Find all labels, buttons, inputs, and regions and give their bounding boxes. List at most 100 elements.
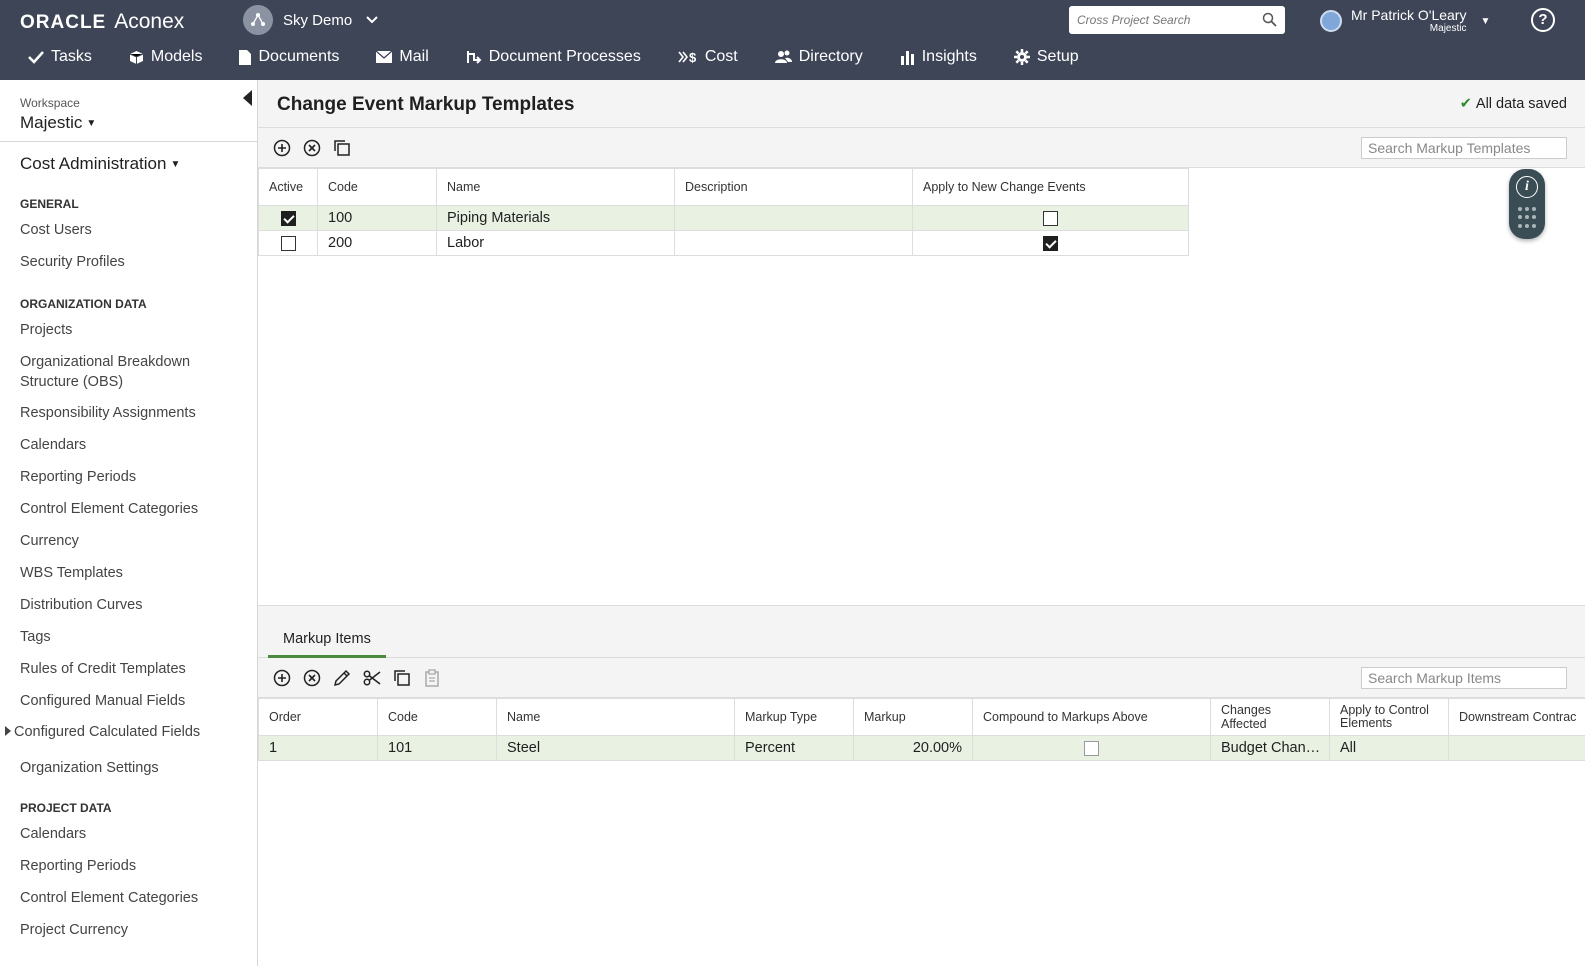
sidebar-item-wbs-templates[interactable]: WBS Templates [20, 563, 123, 583]
cross-project-search-input[interactable]: Cross Project Search [1069, 6, 1285, 34]
bar-chart-icon [900, 50, 915, 65]
sidebar-item-organization-settings[interactable]: Organization Settings [20, 758, 159, 778]
downstream-cell[interactable] [1448, 735, 1585, 761]
sidebar-item-project-reporting-periods[interactable]: Reporting Periods [20, 856, 136, 876]
nav-directory[interactable]: Directory [774, 48, 863, 66]
compound-cell [972, 735, 1211, 761]
sidebar-item-distribution-curves[interactable]: Distribution Curves [20, 595, 143, 615]
user-menu[interactable]: Mr Patrick O'Leary Majestic ▼ [1320, 4, 1490, 38]
brand-product: Aconex [114, 10, 185, 33]
sidebar-item-responsibility-assignments[interactable]: Responsibility Assignments [20, 403, 196, 423]
sidebar-item-project-currency[interactable]: Project Currency [20, 920, 128, 940]
sidebar-item-project-control-element-categories[interactable]: Control Element Categories [20, 888, 198, 908]
description-cell[interactable] [674, 230, 913, 256]
column-header-name[interactable]: Name [496, 698, 735, 736]
tab-strip: Markup Items [258, 607, 1585, 658]
templates-table: Active Code Name Description Apply to Ne… [258, 168, 1189, 256]
remove-icon[interactable] [302, 138, 322, 158]
active-checkbox[interactable] [280, 210, 296, 226]
expand-arrow-icon[interactable] [5, 726, 11, 736]
nav-tasks[interactable]: Tasks [28, 48, 92, 66]
add-icon[interactable] [272, 668, 292, 688]
apply-new-checkbox[interactable] [1043, 210, 1058, 226]
nav-document-processes[interactable]: Document Processes [466, 48, 641, 66]
table-row[interactable]: 200 Labor [258, 230, 1189, 256]
name-cell[interactable]: Steel [496, 735, 735, 761]
code-cell[interactable]: 200 [317, 230, 437, 256]
search-markup-templates-input[interactable]: Search Markup Templates [1361, 137, 1567, 159]
nav-insights[interactable]: Insights [900, 48, 977, 66]
column-header-apply-control-elements[interactable]: Apply to Control Elements [1329, 698, 1449, 736]
sidebar-item-tags[interactable]: Tags [20, 627, 51, 647]
collapse-sidebar-icon[interactable] [243, 90, 252, 106]
markup-type-cell[interactable]: Percent [734, 735, 854, 761]
sidebar-item-configured-manual-fields[interactable]: Configured Manual Fields [20, 691, 185, 711]
copy-icon[interactable] [332, 138, 352, 158]
copy-icon[interactable] [392, 668, 412, 688]
nav-documents[interactable]: Documents [239, 48, 339, 66]
sidebar: Workspace Majestic ▼ Cost Administration ▼… [0, 80, 258, 966]
info-icon[interactable]: i [1516, 176, 1538, 198]
help-icon[interactable]: ? [1531, 8, 1555, 32]
search-icon[interactable] [1262, 12, 1277, 30]
code-cell[interactable]: 101 [377, 735, 497, 761]
name-cell[interactable]: Labor [436, 230, 675, 256]
remove-icon[interactable] [302, 668, 322, 688]
project-switcher[interactable]: Sky Demo [243, 5, 378, 35]
drag-handle-icon[interactable] [1518, 207, 1536, 229]
description-cell[interactable] [674, 205, 913, 231]
order-cell[interactable]: 1 [258, 735, 378, 761]
sidebar-item-cost-users[interactable]: Cost Users [20, 220, 92, 240]
apply-control-cell[interactable]: All [1329, 735, 1449, 761]
sidebar-item-projects[interactable]: Projects [20, 320, 72, 340]
sidebar-item-security-profiles[interactable]: Security Profiles [20, 252, 125, 272]
column-header-markup-type[interactable]: Markup Type [734, 698, 854, 736]
name-cell[interactable]: Piping Materials [436, 205, 675, 231]
active-checkbox[interactable] [280, 235, 296, 251]
search-markup-items-input[interactable]: Search Markup Items [1361, 667, 1567, 689]
workspace-name: Majestic [20, 113, 83, 132]
module-selector[interactable]: Cost Administration ▼ [20, 154, 180, 174]
sidebar-item-calendars[interactable]: Calendars [20, 435, 86, 455]
nav-setup[interactable]: Setup [1013, 48, 1079, 66]
sidebar-item-reporting-periods[interactable]: Reporting Periods [20, 467, 136, 487]
cut-icon[interactable] [362, 668, 382, 688]
column-header-apply-new-change-events[interactable]: Apply to New Change Events [912, 168, 1189, 206]
compound-checkbox[interactable] [1084, 740, 1099, 756]
section-heading-organization-data: ORGANIZATION DATA [20, 297, 147, 311]
apply-new-checkbox[interactable] [1043, 235, 1058, 251]
column-header-code[interactable]: Code [377, 698, 497, 736]
sidebar-item-currency[interactable]: Currency [20, 531, 79, 551]
sidebar-item-configured-calculated-fields[interactable]: Configured Calculated Fields [14, 722, 200, 742]
changes-affected-cell[interactable]: Budget Chan… [1210, 735, 1330, 761]
column-header-name[interactable]: Name [436, 168, 675, 206]
sidebar-item-obs[interactable]: Organizational Breakdown Structure (OBS) [20, 352, 210, 392]
column-header-compound[interactable]: Compound to Markups Above [972, 698, 1211, 736]
column-header-changes-affected[interactable]: Changes Affected [1210, 698, 1330, 736]
nav-mail[interactable]: Mail [376, 48, 429, 66]
column-header-description[interactable]: Description [674, 168, 913, 206]
info-panel-widget[interactable]: i [1509, 169, 1545, 239]
column-header-markup[interactable]: Markup [853, 698, 973, 736]
sidebar-item-rules-of-credit-templates[interactable]: Rules of Credit Templates [20, 659, 186, 679]
nav-cost[interactable]: $ Cost [678, 48, 738, 66]
tab-markup-items[interactable]: Markup Items [268, 627, 386, 658]
table-row[interactable]: 1 101 Steel Percent 20.00% Budget Chan… … [258, 735, 1585, 761]
add-icon[interactable] [272, 138, 292, 158]
caret-down-icon: ▼ [170, 159, 181, 170]
nav-models[interactable]: Models [129, 48, 202, 66]
oracle-aconex-logo[interactable]: ORACLE Aconex [20, 10, 185, 33]
column-header-order[interactable]: Order [258, 698, 378, 736]
workspace-selector[interactable]: Majestic ▼ [20, 113, 96, 133]
column-header-code[interactable]: Code [317, 168, 437, 206]
code-cell[interactable]: 100 [317, 205, 437, 231]
markup-items-panel: Markup Items Search Markup Items Order C… [258, 607, 1585, 966]
edit-icon[interactable] [332, 668, 352, 688]
sidebar-item-control-element-categories[interactable]: Control Element Categories [20, 499, 198, 519]
table-row[interactable]: 100 Piping Materials [258, 205, 1189, 231]
column-header-active[interactable]: Active [258, 168, 318, 206]
markup-cell[interactable]: 20.00% [853, 735, 973, 761]
column-header-downstream[interactable]: Downstream Contrac [1448, 698, 1585, 736]
sidebar-item-project-calendars[interactable]: Calendars [20, 824, 86, 844]
divider [0, 141, 258, 142]
